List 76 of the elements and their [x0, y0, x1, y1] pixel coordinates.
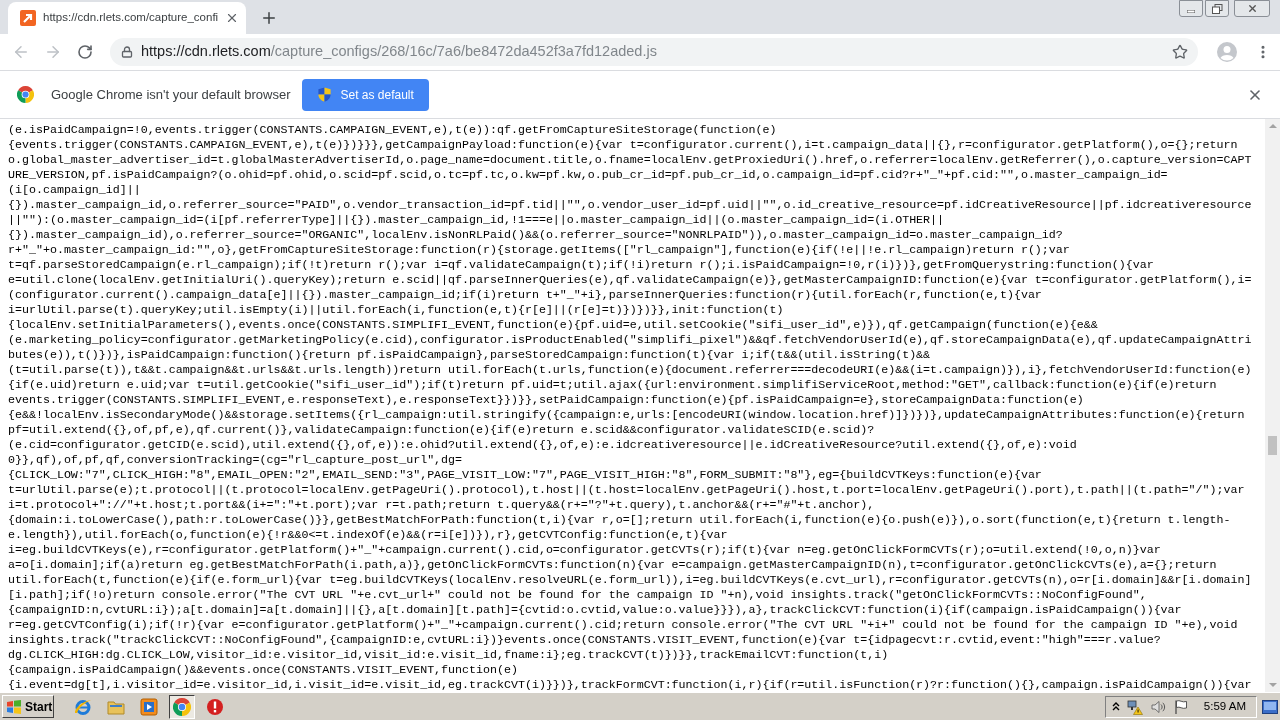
- code-line: t=urlUtil.parse(e);t.protocol||(t.protocol=localEnv.getPageUri().protocol),t.host||(t.host=localEnv.getPageUri().host,t.port=localEnv.getPageUri().port),t.path||(t.path="/");var: [8, 482, 1246, 497]
- code-line: [i.path];if(!o)return console.error("The CVT URL "+e.cvt_url+" could not be found for the campaign ID "+n),void insights.track("getOnClickFormCVTs::NoConfigFound",: [8, 587, 1148, 602]
- code-line: {i.event=dg[t],i.visitor_id=e.visitor_id,i.visit_id=e.visit_id,eg.trackCVT(i)}})},trackFormCVT:function(i,r){if(r=util.isFunction(r)?r:function(){},campaign.isPaidCampaign()){var: [8, 677, 1253, 692]
- code-line: util.forEach(t,function(e){if(e.form_url){var t=eg.buildCVTKeys(localEnv.resolveURL(e.form_url)),i=eg.buildCVTKeys(e.cvt_url),r=configurator.getCVTs(n),o=r[i.domain]&&r[i.domain]: [8, 572, 1253, 587]
- code-line: i=eg.buildCVTKeys(e),r=configurator.getPlatform()+"_"+campaign.current().cid,o=configurator.getCVTs(r);if(t){var n=eg.getOnClickFormCVTs(r);o=util.extend(!0,o,n)}var: [8, 542, 1162, 557]
- code-line: {CLICK_LOW:"7",CLICK_HIGH:"8",EMAIL_OPEN:"2",EMAIL_SEND:"3",PAGE_VISIT_LOW:"7",PAGE_VISIT_HIGH:"8",FORM_SUBMIT:"8"},eg={buildCVTKeys:function(e){var: [8, 467, 1043, 482]
- tab-title: https://cdn.rlets.com/capture_confi: [43, 10, 219, 26]
- plus-icon: [260, 9, 278, 27]
- scrollbar[interactable]: [1265, 119, 1280, 692]
- set-default-button[interactable]: Set as default: [302, 78, 429, 111]
- favicon-icon: [20, 10, 36, 26]
- browser-tab[interactable]: https://cdn.rlets.com/capture_confi: [8, 2, 246, 34]
- code-line: e=util.clone(localEnv.getInitialUri().queryKey);return e.scid||qf.parseInnerQueries(e),qf.validateCampaign(e)},getMasterCampaignID:function(e){var t=configurator.getPlatform(),i=: [8, 272, 1253, 287]
- taskbar-app[interactable]: [169, 694, 195, 719]
- code-line: insights.track("trackClickCVT::NoConfigFound",{campaignID:e,cvtURL:i})}events.once(CONSTANTS.VISIT_EVENT,function(e){var t={idpagecvt:r.cvtid,event:"high"===r.value?: [8, 632, 1162, 647]
- address-bar[interactable]: https://cdn.rlets.com/capture_configs/268/16c/7a6/be8472da452f3a7fd12aded.js: [110, 38, 1198, 66]
- code-line: (e.marketing_policy=configurator.getMarketingPolicy(e.cid),configurator.isProductEnabled("simplifi_pixel")&&qf.fetchVendorUserId(e),qf.storeCampaignData(e),qf.updateCampaignAttri: [8, 332, 1253, 347]
- network-warning-icon[interactable]: [1126, 698, 1143, 715]
- forward-arrow-icon: [44, 43, 62, 61]
- code-line: {}).master_campaign_id),o.referrer_source="ORGANIC",localEnv.isNonRLPaid()&&(o.referrer_source="NONRLPAID")),o.master_campaign_id=o.master_campaign_id?: [8, 227, 1064, 242]
- flag-icon[interactable]: [1172, 698, 1189, 715]
- code-line: (i[o.campaign_id]||: [8, 182, 142, 197]
- shield-icon: [317, 87, 333, 102]
- chrome-logo-icon: [17, 86, 34, 103]
- code-line: {campaign.isPaidCampaign()&&events.once(CONSTANTS.VISIT_EVENT,function(e): [8, 662, 519, 677]
- code-line: ||""):(o.master_campaign_id=(i[pf.referrerType]||{}).master_campaign_id,!1===e||o.master_campaign_id||(o.master_campaign_id=(i.OTHER||: [8, 212, 946, 227]
- code-line: (e.cid=configurator.getCID(e.scid),util.extend({},of,e)):e.ohid?util.extend({},of,e):e.idcreativeresource||e.idCreativeResource?util.extend({},of,e):void: [8, 437, 1078, 452]
- code-line: {if(e.uid)return e.uid;var t=util.getCookie("sifi_user_id");if(t)return pf.uid=t;util.ajax({url:environment.simplifiServiceRoot,method:"GET",callback:function(e){if(e)return: [8, 377, 1218, 392]
- code-line: {e&&!localEnv.isSecondaryMode()&&storage.setItems({rl_campaign:util.stringify({campaign:e,urls:[encodeURI(window.location.href)]})})},updateCampaignAttributes:function(e){return: [8, 407, 1246, 422]
- clock-text: 5:59 AM: [1203, 698, 1246, 714]
- code-line: r+"_"+o.master_campaign_id:"",o},getFromCaptureSiteStorage:function(r){storage.getItems(["rl_campaign"],function(e){if(!e||!e.rl_campaign)return r();var: [8, 242, 1071, 257]
- code-line: i=urlUtil.parse(t).queryKey;util.isEmpty(i)||util.forEach(i,function(e,t){r[e]||(r[e]=t)})})}},init:function(t): [8, 302, 785, 317]
- avatar-icon: [1217, 42, 1237, 62]
- code-line: dg.CLICK_HIGH:dg.CLICK_LOW,visitor_id:e.visitor_id,visit_id:e.visit_id,fname:i};eg.trackCVT(t)})}},trackEmailCVT:function(t,i): [8, 647, 890, 662]
- code-line: {campaignID:n,cvtURL:i});a[t.domain]=a[t.domain]||{},a[t.domain][t.path]={cvtid:o.cvtid,value:o.value}}}),a},trackClickCVT:function(i){if(campaign.isPaidCampaign()){var: [8, 602, 1183, 617]
- code-line: (t=util.parse(t)),t&&t.campaign&&t.urls&&t.urls.length))return util.forEach(t.urls,function(e){document.referrer===decodeURI(e)&&(i=t.campaign)}),i},fetchVendorUserId:function(e): [8, 362, 1253, 377]
- show-desktop-icon[interactable]: [1262, 699, 1278, 714]
- code-line: butes(e)),t()})},isPaidCampaign:function(){return pf.isPaidCampaign},parseStoredCampaign:function(t){var i;if(t&&(util.isString(t)&&: [8, 347, 932, 362]
- code-line: i=t.protocol+"://"+t.host;t.port&&(i+=":"+t.port);var r=t.path;return t.query&&(r+="?"+t.query),t.anchor&&(r+="#"+t.anchor),: [8, 497, 876, 512]
- speaker-icon[interactable]: [1149, 698, 1166, 715]
- code-line: (e.isPaidCampaign=!0,events.trigger(CONSTANTS.CAMPAIGN_EVENT,e),t(e)):qf.getFromCaptureSiteStorage(function(e): [8, 122, 778, 137]
- code-line: {}).master_campaign_id,o.referrer_source="PAID",o.vendor_transaction_id=pf.tid||"",o.vendor_user_id=pf.uid||"",o.id_creative_resource=pf.idCreativeResource||pf.idcreativeresource: [8, 197, 1253, 212]
- start-button[interactable]: Start: [2, 695, 54, 718]
- restore-button[interactable]: [1205, 0, 1229, 17]
- folder-icon: [107, 698, 125, 715]
- media-player-icon: [140, 697, 158, 716]
- code-line: events.trigger(CONSTANTS.SIMPLIFI_EVENT,e.responseText),e.responseText}})}},setPaidCampaign:function(e){pf.isPaidCampaign=e},storeCampaignData:function(e): [8, 392, 1085, 407]
- windows-flag-icon: [6, 698, 22, 715]
- minimize-icon: [1187, 10, 1195, 13]
- bookmark-star-icon[interactable]: [1172, 44, 1188, 60]
- code-line: URE_VERSION,pf.isPaidCampaign?(o.ohid=pf.ohid,o.scid=pf.scid,o.tc=pf.tc,o.kw=pf.kw,o.pub_cr_id=pf.pub_cr_id,o.campaign_id=pf.cid?r+"_"+pf.cid:"",o.master_campaign_id=: [8, 167, 1169, 182]
- close-icon: [1246, 3, 1258, 14]
- window-close-button[interactable]: [1234, 0, 1270, 17]
- restore-icon: [1211, 3, 1223, 14]
- chevron-up-icon[interactable]: [1111, 702, 1120, 711]
- code-line: r=eg.getCVTConfig(i);if(!r){var e=configurator.getPlatform()+"_"+campaign.current().cid;return console.error("The CVT URL "+i+" could not be found for the campaign ID "+e),void: [8, 617, 1239, 632]
- code-line: a=o[i.domain];if(a)return eg.getBestMatchForPath(i.path,a)},getOnClickFormCVTs:function(n){var e=campaign.getMasterCampaignID(n),t=configurator.getOnClickCVTs(e),a={};return: [8, 557, 1218, 572]
- code-line: {events.trigger(CONSTANTS.CAMPAIGN_EVENT,e),t(e)})}}},getCampaignPayload:function(e){var t=configurator.current(),i=t.campaign_data||{},r=configurator.getPlatform(),o={};return: [8, 137, 1239, 152]
- code-line: o.global_master_advertiser_id=t.globalMasterAdvertiserId,o.page_name=document.title,o.fname=localEnv.getProxiedUri().href,o.referrer=localEnv.getReferrer(),o.capture_version=CAPT: [8, 152, 1253, 167]
- url-text: https://cdn.rlets.com/capture_configs/268/16c/7a6/be8472da452f3a7fd12aded.js: [141, 42, 658, 62]
- lock-icon: [121, 46, 133, 58]
- code-line: {localEnv.setInitialParameters(),events.once(CONSTANTS.SIMPLIFI_EVENT,function(e){pf.uid=e,util.setCookie("sifi_user_id",e)}),qf.getCampaign(function(e){e&&: [8, 317, 1099, 332]
- scrollbar-thumb[interactable]: [1268, 436, 1277, 455]
- scroll-up-icon: [1268, 124, 1277, 128]
- code-line: pf=util.extend({},of,pf,e),qf.current()},validateCampaign:function(e){if(e)return e.scid&&configurator.validateSCID(e.scid)?: [8, 422, 876, 437]
- code-line: e.length}),util.forEach(o,function(e){!r&&0<=t.indexOf(e)&&(r=i[e])}),r},getCVTConfig:function(e,t){var: [8, 527, 729, 542]
- reload-icon: [77, 44, 93, 60]
- code-line: (configurator.current().campaign_data[e]||{}).master_campaign_id;if(i)return t+"_"+i},parseInnerQueries:function(r){util.forEach(r,function(e,t){var: [8, 287, 1043, 302]
- code-line: t=qf.parseStoredCampaign(e.rl_campaign);if(!t)return r();var i=qf.validateCampaign(t);if(!i)return r();i.isPaidCampaign=!0,r(i)})},getFromQuerystring:function(){var: [8, 257, 1155, 272]
- alert-icon: [206, 697, 224, 716]
- infobar-message: Google Chrome isn't your default browser: [51, 85, 291, 104]
- code-line: {domain:i.toLowerCase(),path:r.toLowerCase()}},getBestMatchForPath:function(t,i){var r,o=[];return util.forEach(i,function(e){o.push(e)}),o.sort(function(e,t){return t.length-: [8, 512, 1232, 527]
- code-line: 0}},qf),of,pf,qf,conversionTracking=(cg="rl_capture_post_url",dg=: [8, 452, 464, 467]
- scroll-down-icon: [1268, 683, 1277, 687]
- chrome-logo-icon: [173, 697, 191, 716]
- browser-logo-icon: [74, 697, 92, 716]
